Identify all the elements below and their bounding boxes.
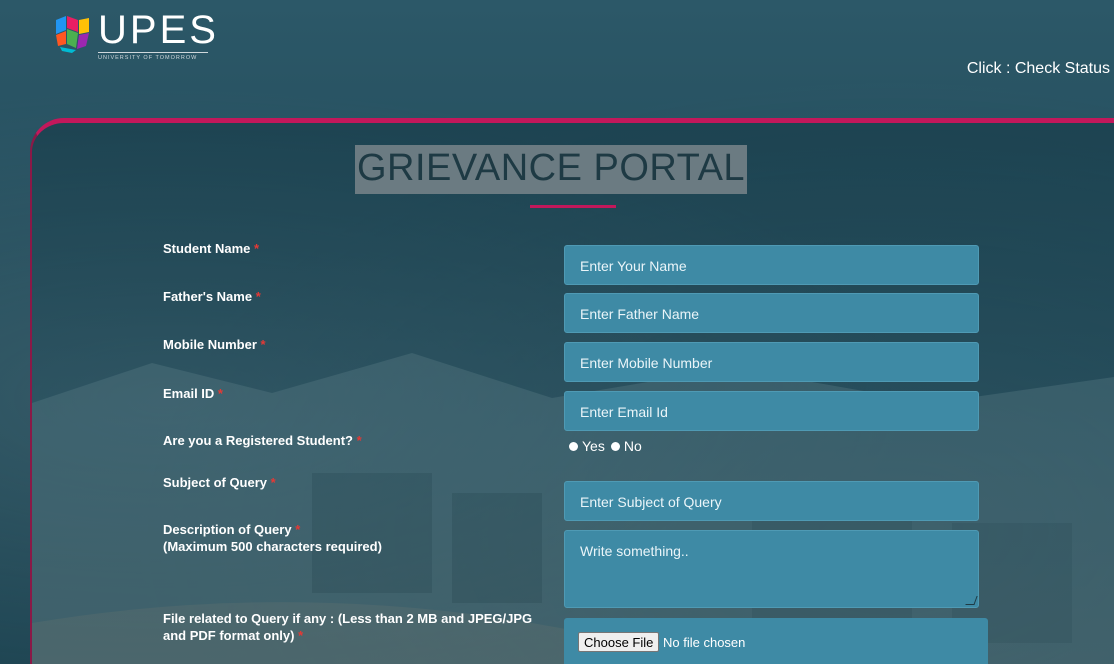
subject-input[interactable]: Enter Subject of Query [564,481,979,521]
father-name-placeholder: Enter Father Name [580,306,700,322]
logo-tagline: UNIVERSITY OF TOMORROW [98,55,198,61]
radio-no-label[interactable]: No [624,438,642,454]
description-label: Description of Query * (Maximum 500 char… [163,521,382,555]
father-name-label-text: Father's Name [163,289,253,304]
description-sublabel: (Maximum 500 characters required) [163,539,382,554]
required-marker: * [260,337,266,352]
mobile-number-placeholder: Enter Mobile Number [580,355,713,371]
required-marker: * [217,386,223,401]
registered-student-radio-group: Yes No [569,438,648,454]
email-label-text: Email ID [163,386,215,401]
description-placeholder: Write something.. [580,543,689,559]
page-title: GRIEVANCE PORTAL [354,145,748,194]
mobile-number-input[interactable]: Enter Mobile Number [564,342,979,382]
email-label: Email ID * [163,385,223,402]
student-name-label-text: Student Name [163,241,251,256]
radio-no[interactable] [610,441,620,451]
required-marker: * [298,628,304,643]
upes-logo[interactable]: UPES UNIVERSITY OF TOMORROW [52,8,222,70]
upes-shield-icon [56,16,89,53]
subject-placeholder: Enter Subject of Query [580,494,722,510]
required-marker: * [255,289,261,304]
choose-file-button[interactable]: Choose File [578,632,660,652]
file-label-line1: File related to Query if any : (Less tha… [163,611,533,626]
file-status-text: No file chosen [663,635,746,650]
file-label: File related to Query if any : (Less tha… [163,610,532,644]
student-name-label: Student Name * [163,240,259,257]
required-marker: * [254,241,260,256]
description-textarea[interactable]: Write something.. [564,530,979,608]
page-title-wrap: GRIEVANCE PORTAL [0,145,1114,194]
radio-yes-label[interactable]: Yes [582,438,605,454]
description-label-text: Description of Query [163,522,292,537]
registered-student-label-text: Are you a Registered Student? [163,433,353,448]
father-name-label: Father's Name * [163,288,261,305]
required-marker: * [356,433,362,448]
file-label-line2: and PDF format only) [163,628,295,643]
email-placeholder: Enter Email Id [580,404,668,420]
mobile-number-label: Mobile Number * [163,336,266,353]
required-marker: * [270,475,276,490]
student-name-placeholder: Enter Your Name [580,258,687,274]
father-name-input[interactable]: Enter Father Name [564,293,979,333]
registered-student-label: Are you a Registered Student? * [163,432,362,449]
email-input[interactable]: Enter Email Id [564,391,979,431]
student-name-input[interactable]: Enter Your Name [564,245,979,285]
subject-label: Subject of Query * [163,474,276,491]
subject-label-text: Subject of Query [163,475,268,490]
logo-wordmark: UPES [98,8,219,52]
mobile-number-label-text: Mobile Number [163,337,257,352]
title-underline [530,205,616,208]
resize-handle-icon[interactable] [965,596,978,605]
radio-yes[interactable] [569,441,578,451]
check-status-link[interactable]: Click : Check Status [967,60,1110,78]
header: UPES UNIVERSITY OF TOMORROW Click : Chec… [0,0,1114,110]
file-upload-field: Choose File No file chosen [564,618,988,664]
required-marker: * [295,522,301,537]
logo-divider [98,52,208,53]
